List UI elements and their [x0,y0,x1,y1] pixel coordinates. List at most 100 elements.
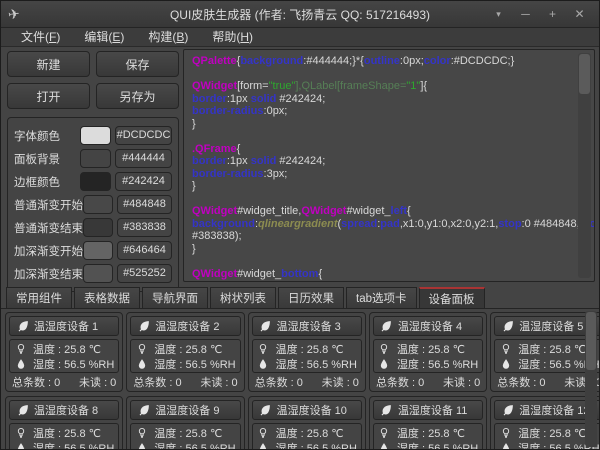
color-swatch-button[interactable] [80,172,111,191]
device-card-header[interactable]: 温湿度设备 2 [130,316,240,336]
code-token: ,x1:0,y1:0,x2:0,y2:1, [400,218,498,230]
device-scrollbar[interactable] [585,311,597,447]
color-hex-field[interactable]: #646464 [117,241,172,260]
bulb-icon [378,342,391,355]
code-token: #widget_ [237,268,281,280]
new-button[interactable]: 新建 [7,51,90,77]
menu-bar: 文件(F)编辑(E)构建(B)帮助(H) [1,28,599,47]
code-token: { [407,205,411,217]
code-token: border [192,93,227,105]
code-token: QWidget [301,205,346,217]
code-token: :0px; [264,105,288,117]
water-drop-icon [135,441,148,449]
close-icon[interactable]: ✕ [566,3,593,25]
water-drop-icon [378,441,391,449]
device-card-header[interactable]: 温湿度设备 12 [494,400,599,420]
color-swatch-button[interactable] [83,264,113,283]
temperature-text: 温度 : 25.8 ℃ [154,341,222,357]
sensor-box: 温度 : 25.8 ℃湿度 : 56.5 %RH [130,339,240,373]
color-setting-row: 边框颜色#242424 [14,171,172,192]
color-setting-label: 加深渐变开始 [14,243,83,259]
editor-scrollbar[interactable] [578,53,591,278]
leaf-icon [380,404,393,417]
device-card-header[interactable]: 温湿度设备 11 [373,400,483,420]
code-token: :1px [227,93,251,105]
code-token: "true" [269,80,296,92]
color-swatch-button[interactable] [80,149,111,168]
device-card: 温湿度设备 1温度 : 25.8 ℃湿度 : 56.5 %RH总条数 : 0未读… [5,312,123,392]
editor-scrollbar-thumb[interactable] [579,54,590,94]
humidity-row: 湿度 : 56.5 %RH [257,440,357,449]
color-swatch-button[interactable] [83,195,113,214]
color-swatch-button[interactable] [80,126,111,145]
code-token: { [318,268,322,280]
qss-code-editor[interactable]: QPalette{background:#444444;}*{outline:0… [183,49,595,282]
color-hex-field[interactable]: #383838 [117,218,172,237]
device-title: 温湿度设备 12 [519,402,589,418]
color-swatch-button[interactable] [83,218,113,237]
code-token: border-radius [192,105,264,117]
tab-常用组件[interactable]: 常用组件 [6,287,72,308]
device-title: 温湿度设备 2 [155,318,219,334]
sensor-box: 温度 : 25.8 ℃湿度 : 56.5 %RH [9,339,119,373]
color-setting-row: 加深渐变结束#525252 [14,263,172,284]
temperature-text: 温度 : 25.8 ℃ [33,341,101,357]
save-button[interactable]: 保存 [96,51,179,77]
leaf-icon [16,320,29,333]
device-card-header[interactable]: 温湿度设备 3 [252,316,362,336]
sensor-box: 温度 : 25.8 ℃湿度 : 56.5 %RH [373,339,483,373]
device-card-header[interactable]: 温湿度设备 8 [9,400,119,420]
device-card-header[interactable]: 温湿度设备 9 [130,400,240,420]
tab-bar: 常用组件表格数据导航界面树状列表日历效果tab选项卡设备面板 [6,287,485,308]
saveas-button[interactable]: 另存为 [96,83,179,109]
code-token: QWidget [192,268,237,280]
color-hex-field[interactable]: #DCDCDC [115,126,172,145]
device-card-header[interactable]: 温湿度设备 10 [252,400,362,420]
color-hex-field[interactable]: #444444 [115,149,172,168]
tab-设备面板[interactable]: 设备面板 [419,287,485,308]
menu-mnemonic: H [240,30,249,44]
tab-表格数据[interactable]: 表格数据 [74,287,140,308]
menu-dropdown-icon[interactable]: ▾ [485,3,512,25]
tab-tab选项卡[interactable]: tab选项卡 [346,287,417,308]
leaf-icon [16,404,29,417]
code-token: QWidget [192,205,237,217]
water-drop-icon [257,441,270,449]
menu-item-f[interactable]: 文件(F) [9,28,72,47]
tab-导航界面[interactable]: 导航界面 [142,287,208,308]
device-title: 温湿度设备 5 [519,318,583,334]
menu-item-h[interactable]: 帮助(H) [200,28,265,47]
menu-item-e[interactable]: 编辑(E) [72,28,136,47]
humidity-text: 湿度 : 56.5 %RH [154,440,235,450]
device-scrollbar-thumb[interactable] [586,312,596,370]
open-button[interactable]: 打开 [7,83,90,109]
humidity-row: 湿度 : 56.5 %RH [14,356,114,371]
leaf-icon [259,404,272,417]
device-title: 温湿度设备 8 [34,402,98,418]
code-token: ]{ [420,80,427,92]
device-card-header[interactable]: 温湿度设备 1 [9,316,119,336]
device-title: 温湿度设备 9 [155,402,219,418]
tab-日历效果[interactable]: 日历效果 [278,287,344,308]
maximize-icon[interactable]: + [539,3,566,25]
device-card-header[interactable]: 温湿度设备 5 [494,316,599,336]
code-token: spread [341,218,377,230]
menu-item-b[interactable]: 构建(B) [136,28,200,47]
code-line: background:qlineargradient(spread:pad,x1… [192,218,574,231]
total-count-text: 总条数 : 0 [255,374,303,390]
color-hex-field[interactable]: #525252 [117,264,172,283]
tab-树状列表[interactable]: 树状列表 [210,287,276,308]
code-token: solid [251,93,277,105]
color-hex-field[interactable]: #242424 [115,172,172,191]
temperature-row: 温度 : 25.8 ℃ [135,425,235,440]
device-card-header[interactable]: 温湿度设备 4 [373,316,483,336]
bulb-icon [378,426,391,439]
total-count-text: 总条数 : 0 [497,374,545,390]
code-token: :1px [227,155,251,167]
device-title: 温湿度设备 11 [398,402,467,418]
unread-count-text: 未读 : 0 [79,374,116,390]
color-swatch-button[interactable] [83,241,113,260]
minimize-icon[interactable]: ─ [512,3,539,25]
color-hex-field[interactable]: #484848 [117,195,172,214]
color-setting-row: 普通渐变结束#383838 [14,217,172,238]
